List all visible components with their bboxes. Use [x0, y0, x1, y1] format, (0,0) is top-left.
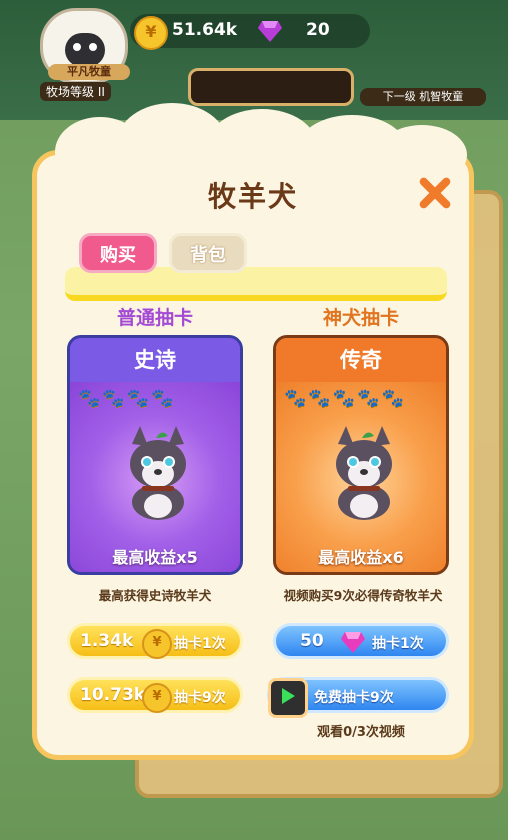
epic-description: 最高获得史诗牧羊犬	[98, 588, 212, 603]
sheep-face-icon	[65, 33, 105, 67]
gem-icon	[258, 21, 282, 42]
card-body: 🐾🐾🐾🐾 最高收益x5	[70, 382, 240, 572]
shepherd-dog-modal: 牧羊犬 购买 背包 普通抽卡 神犬抽卡 史诗 🐾🐾🐾🐾 最高收益x5 传奇 🐾🐾…	[32, 103, 474, 760]
ranch-level: 牧场等级 II	[40, 82, 111, 101]
normal-draw-title: 普通抽卡	[116, 307, 193, 329]
coin-icon: ¥	[142, 629, 172, 659]
rank-badge: 平凡牧童	[48, 64, 130, 80]
button-label: 抽卡9次	[174, 690, 226, 706]
modal-header: 牧羊犬	[37, 155, 469, 225]
button-label: 抽卡1次	[372, 636, 424, 652]
tab-buy[interactable]: 购买	[79, 233, 157, 273]
play-icon	[268, 678, 308, 718]
card-rarity: 传奇	[276, 338, 446, 382]
draw-once-coin-button[interactable]: 1.34k ¥ 抽卡1次	[67, 623, 243, 659]
close-icon[interactable]	[415, 173, 455, 213]
dog-icon	[130, 426, 186, 520]
paw-icon: 🐾🐾🐾🐾	[78, 388, 176, 409]
button-amount: 50	[300, 631, 324, 651]
card-rarity: 史诗	[70, 338, 240, 382]
legendary-description: 视频购买9次必得传奇牧羊犬	[283, 588, 443, 603]
dog-icon	[336, 426, 392, 520]
gem-count: 20	[306, 20, 330, 40]
draw-once-gem-button[interactable]: 50 抽卡1次	[273, 623, 449, 659]
card-body: 🐾🐾🐾🐾🐾 最高收益x6	[276, 382, 446, 572]
top-hud: 平凡牧童 牧场等级 II ¥ 51.64k 20 下一级 机智牧童	[0, 0, 508, 120]
divine-draw-title: 神犬抽卡	[322, 307, 399, 329]
draw-nine-coin-button[interactable]: 10.73k ¥ 抽卡9次	[67, 677, 243, 713]
tab-bag[interactable]: 背包	[169, 233, 247, 273]
rank-progress-bar	[188, 68, 354, 106]
max-income: 最高收益x5	[112, 548, 198, 567]
modal-title: 牧羊犬	[207, 180, 298, 213]
button-amount: 10.73k	[80, 685, 146, 705]
button-label: 免费抽卡9次	[314, 690, 394, 706]
paw-icon: 🐾🐾🐾🐾🐾	[284, 388, 407, 409]
next-rank-label: 下一级 机智牧童	[360, 88, 486, 106]
gem-icon	[341, 632, 365, 653]
epic-card: 史诗 🐾🐾🐾🐾 最高收益x5	[67, 335, 243, 575]
max-income: 最高收益x6	[318, 548, 404, 567]
button-label: 抽卡1次	[174, 636, 226, 652]
legendary-card: 传奇 🐾🐾🐾🐾🐾 最高收益x6	[273, 335, 449, 575]
coin-icon: ¥	[142, 683, 172, 713]
coin-count: 51.64k	[172, 20, 238, 40]
video-progress: 观看0/3次视频	[317, 725, 405, 740]
coin-icon: ¥	[134, 16, 168, 50]
free-draw-video-button[interactable]: 免费抽卡9次	[267, 677, 449, 718]
button-amount: 1.34k	[80, 631, 134, 651]
